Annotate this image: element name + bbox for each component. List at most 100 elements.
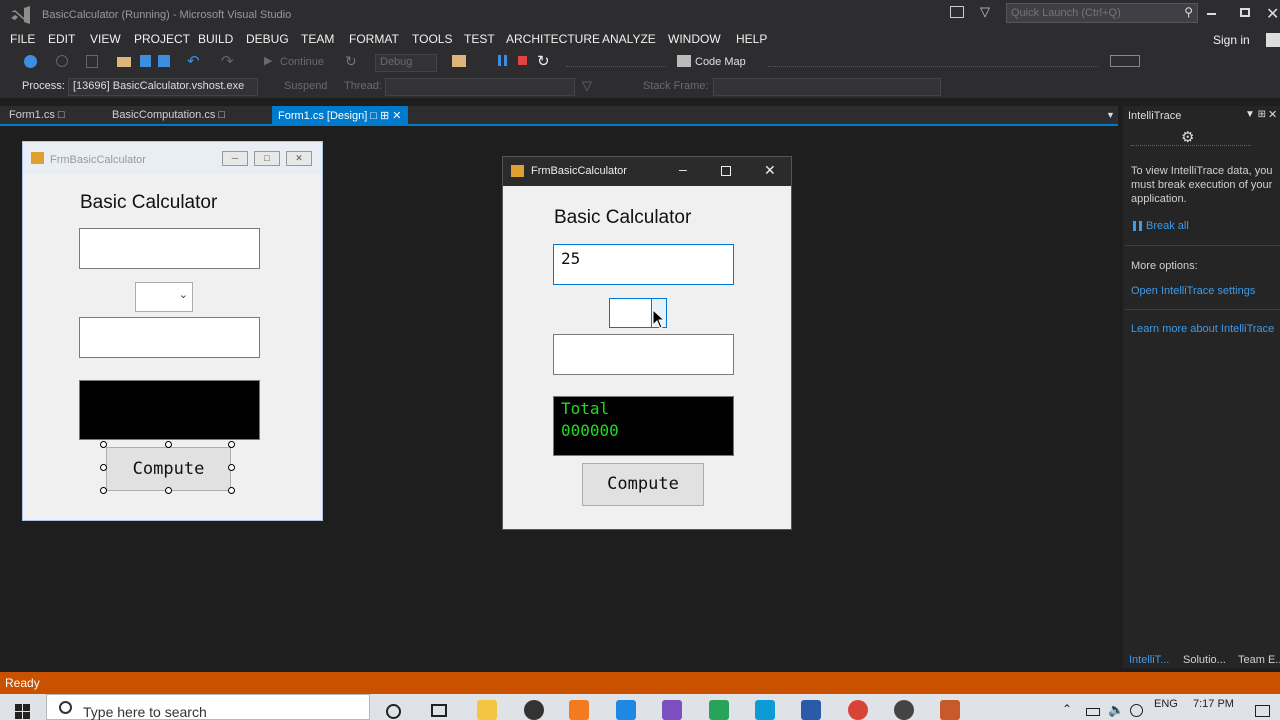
break-all-link[interactable]: Break all [1146,220,1189,232]
windows-start-icon[interactable] [15,704,31,720]
configuration-dropdown[interactable]: Debug [375,54,437,72]
pycharm-icon[interactable] [709,700,729,720]
account-icon[interactable] [1266,33,1280,47]
find-icon[interactable] [452,55,466,67]
selection-handle[interactable] [228,487,235,494]
panel-close-icon[interactable]: ✕ [1268,108,1277,121]
taskbar-search-box[interactable]: Type here to search [46,694,370,720]
minimize-icon[interactable] [1207,13,1216,15]
notification-icon[interactable] [1255,705,1270,717]
webstorm-icon[interactable] [755,700,775,720]
operator-combo[interactable] [609,298,667,329]
design-heading-label[interactable]: Basic Calculator [80,192,217,214]
code-map-button[interactable]: Code Map [695,56,746,68]
menu-format[interactable]: FORMAT [349,32,399,46]
visual-studio-icon[interactable] [662,700,682,720]
running-form-caption[interactable]: FrmBasicCalculator – ✕ [503,157,791,186]
menu-debug[interactable]: DEBUG [246,32,289,46]
sign-in-link[interactable]: Sign in [1213,33,1250,47]
layout-icons[interactable] [768,55,1098,67]
design-compute-button[interactable]: Compute [106,447,231,491]
undo-icon[interactable]: ↶ [187,52,200,70]
selection-handle[interactable] [228,464,235,471]
tab-intellitrace[interactable]: IntelliT... [1129,654,1169,666]
selection-handle[interactable] [228,441,235,448]
menu-architecture[interactable]: ARCHITECTURE [506,32,600,46]
design-result-display[interactable] [79,380,260,440]
thread-dropdown[interactable] [385,78,575,96]
open-icon[interactable] [117,57,131,67]
menu-view[interactable]: VIEW [90,32,121,46]
window-maximize-icon[interactable] [721,166,731,176]
open-settings-link[interactable]: Open IntelliTrace settings [1131,285,1255,297]
forward-icon[interactable] [56,55,68,67]
quick-launch-input[interactable] [1007,4,1167,22]
file-explorer-icon[interactable] [477,700,497,720]
menu-test[interactable]: TEST [464,32,495,46]
running-form-window[interactable]: FrmBasicCalculator – ✕ Basic Calculator … [502,156,792,530]
save-icon[interactable] [140,55,151,67]
selection-handle[interactable] [165,487,172,494]
back-icon[interactable] [24,55,37,68]
network-icon[interactable] [1130,704,1143,717]
design-operator-combo[interactable]: ⌄ [135,282,193,312]
menu-team[interactable]: TEAM [301,32,334,46]
volume-icon[interactable]: 🔈 [1108,702,1124,718]
menu-build[interactable]: BUILD [198,32,233,46]
selection-handle[interactable] [100,441,107,448]
pause-icon[interactable] [498,55,507,66]
stack-frame-dropdown[interactable] [713,78,941,96]
close-icon[interactable]: ✕ [1266,4,1279,24]
settings-icon[interactable]: ⚙ [1181,128,1194,146]
menu-help[interactable]: HELP [736,32,767,46]
break-all-icon[interactable] [1133,221,1142,231]
cortana-icon[interactable] [386,704,401,719]
window-minimize-icon[interactable]: – [679,161,687,177]
clock-time[interactable]: 7:17 PM [1193,698,1234,710]
menu-tools[interactable]: TOOLS [412,32,452,46]
app-icon[interactable] [940,700,960,720]
first-number-input[interactable]: 25 [553,244,734,285]
quick-launch-box[interactable]: ⚲ [1006,3,1198,23]
tab-basic-computation[interactable]: BasicComputation.cs □ [106,106,231,126]
filter-icon[interactable]: ▽ [980,4,990,20]
selection-handle[interactable] [165,441,172,448]
suspend-button[interactable]: Suspend [284,80,327,92]
design-form[interactable]: FrmBasicCalculator ─ □ ✕ Basic Calculato… [22,141,323,521]
design-textbox-1[interactable] [79,228,260,269]
settings-icon[interactable] [524,700,544,720]
process-dropdown[interactable]: [13696] BasicCalculator.vshost.exe [68,78,258,96]
panel-pin-icon[interactable]: ▼ ⊞ [1245,109,1266,120]
obs-icon[interactable] [894,700,914,720]
word-icon[interactable] [801,700,821,720]
search-icon[interactable]: ⚲ [1184,5,1193,19]
restore-icon[interactable] [1240,8,1250,17]
menu-project[interactable]: PROJECT [134,32,190,46]
design-textbox-2[interactable] [79,317,260,358]
save-all-icon[interactable] [158,55,170,67]
tab-overflow-icon[interactable]: ▼ [1106,110,1115,120]
tab-form1-design[interactable]: Form1.cs [Design] □ ⊞ ✕ [272,106,408,126]
selection-handle[interactable] [100,487,107,494]
xampp-icon[interactable] [569,700,589,720]
stop-icon[interactable] [518,56,527,65]
step-icons[interactable] [566,55,666,67]
refresh-icon[interactable]: ↻ [345,53,357,70]
task-view-icon[interactable] [431,704,447,717]
feedback-icon[interactable] [950,6,964,18]
redo-icon[interactable]: ↷ [221,52,234,70]
menu-edit[interactable]: EDIT [48,32,75,46]
language-indicator[interactable]: ENG [1154,698,1178,710]
menu-window[interactable]: WINDOW [668,32,721,46]
battery-icon[interactable] [1086,708,1100,716]
tray-chevron-icon[interactable]: ⌃ [1062,702,1072,716]
second-number-input[interactable] [553,334,734,375]
tab-team-explorer[interactable]: Team E... [1238,654,1280,666]
continue-icon[interactable]: ▶ [264,54,272,67]
learn-more-link[interactable]: Learn more about IntelliTrace [1131,323,1274,335]
continue-button[interactable]: Continue [280,56,324,68]
new-project-icon[interactable] [86,55,98,68]
diagram-icon[interactable] [1110,55,1140,67]
chrome-icon[interactable] [848,700,868,720]
menu-file[interactable]: FILE [10,32,35,46]
